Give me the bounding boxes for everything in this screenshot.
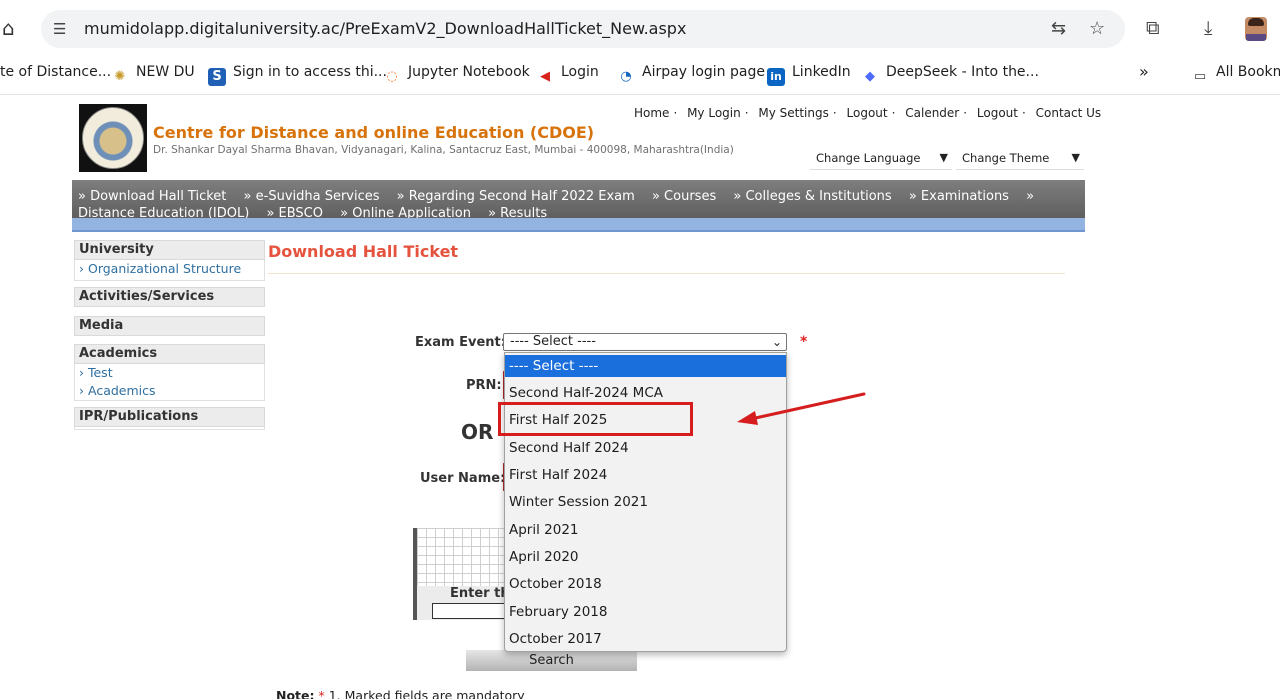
link-contact-us[interactable]: Contact Us: [1036, 106, 1102, 120]
site-address: Dr. Shankar Dayal Sharma Bhavan, Vidyana…: [153, 144, 734, 156]
note-text: Note: * 1. Marked fields are mandatory: [276, 688, 525, 699]
sidebar-section-activities[interactable]: Activities/Services: [74, 287, 265, 307]
username-label: User Name:: [420, 471, 506, 486]
bookmark-item[interactable]: in LinkedIn: [767, 61, 851, 86]
highlight-annotation: [498, 402, 693, 436]
divider: [0, 94, 1280, 95]
bookmark-item[interactable]: ✺ NEW DU: [111, 61, 195, 84]
site-title: Centre for Distance and online Education…: [153, 123, 595, 142]
link-home[interactable]: Home: [634, 106, 669, 120]
deepseek-icon: ◆: [865, 69, 875, 84]
nav-item-courses[interactable]: » Courses: [652, 189, 716, 204]
university-logo: [79, 104, 147, 172]
link-calender[interactable]: Calender: [905, 106, 959, 120]
dropdown-option[interactable]: First Half 2024: [505, 464, 786, 486]
dropdown-option[interactable]: February 2018: [505, 601, 786, 623]
search-button[interactable]: Search: [466, 650, 637, 671]
dropdown-option[interactable]: April 2021: [505, 519, 786, 541]
link-logout[interactable]: Logout: [977, 106, 1018, 120]
bookmark-item[interactable]: ◌ Jupyter Notebook: [383, 61, 529, 84]
more-bookmarks-icon[interactable]: »: [1139, 61, 1149, 83]
sidebar-box-end: [74, 427, 265, 430]
exam-event-label: Exam Event:: [415, 335, 506, 350]
dropdown-option[interactable]: October 2017: [505, 628, 786, 650]
bookmark-folder[interactable]: ▭ All Bookm: [1191, 61, 1280, 84]
download-icon[interactable]: ⤓: [1204, 17, 1212, 39]
nav-item-colleges[interactable]: » Colleges & Institutions: [733, 189, 891, 204]
gear-icon: ✺: [114, 69, 126, 84]
star-icon[interactable]: ☆: [1089, 18, 1105, 40]
dropdown-option[interactable]: Second Half 2024: [505, 437, 786, 459]
bookmark-item[interactable]: te of Distance...: [0, 61, 111, 83]
captcha-label: Enter th: [450, 586, 510, 601]
main-nav: » Download Hall Ticket » e-Suvidha Servi…: [72, 180, 1085, 221]
bookmark-item[interactable]: ◔ Airpay login page: [617, 61, 765, 84]
bookmark-item[interactable]: ◆ DeepSeek - Into the...: [861, 61, 1039, 84]
bookmark-item[interactable]: S Sign in to access thi...: [208, 61, 387, 86]
change-language-select[interactable]: Change Language ▼: [810, 148, 952, 170]
s-logo-icon: S: [208, 68, 226, 86]
sidebar-links: › Test › Academics: [74, 364, 265, 401]
nav-item-second-half-2022[interactable]: » Regarding Second Half 2022 Exam: [397, 189, 635, 204]
dropdown-option[interactable]: April 2020: [505, 546, 786, 568]
sidebar-links: › Organizational Structure: [74, 260, 265, 281]
top-links: Home · My Login · My Settings · Logout · Cal…: [634, 106, 1102, 120]
bookmark-item[interactable]: ◀ Login: [536, 61, 599, 84]
captcha-image: [413, 528, 505, 586]
change-theme-select[interactable]: Change Theme ▼: [956, 148, 1084, 170]
browser-toolbar: ⌂ ☰ mumidolapp.digitaluniversity.ac/PreE…: [0, 0, 1280, 56]
dropdown-option[interactable]: Winter Session 2021: [505, 491, 786, 513]
site-info-icon[interactable]: ☰: [53, 19, 66, 39]
sidebar-item-academics[interactable]: › Academics: [75, 382, 264, 400]
linkedin-icon: in: [767, 68, 785, 86]
chevron-down-icon: ▼: [1071, 151, 1080, 164]
jupyter-icon: ◌: [386, 69, 398, 84]
arrow-annotation-icon: [737, 392, 866, 425]
nav-item-examinations[interactable]: » Examinations: [909, 189, 1009, 204]
nav-strip: [72, 218, 1085, 232]
sidebar-item-organizational-structure[interactable]: › Organizational Structure: [75, 260, 264, 278]
sidebar-section-academics[interactable]: Academics: [74, 344, 265, 364]
airpay-icon: ◔: [620, 69, 632, 84]
folder-icon: ▭: [1193, 69, 1207, 84]
nav-item-download-hall-ticket[interactable]: » Download Hall Ticket: [78, 189, 226, 204]
nav-item-e-suvidha[interactable]: » e-Suvidha Services: [244, 189, 380, 204]
prn-label: PRN:: [466, 378, 502, 393]
avatar[interactable]: [1245, 17, 1267, 41]
dropdown-option[interactable]: ---- Select ----: [505, 355, 786, 377]
home-icon[interactable]: ⌂: [2, 17, 22, 39]
link-my-settings[interactable]: My Settings: [758, 106, 829, 120]
or-separator: OR: [461, 420, 494, 444]
captcha-input[interactable]: [432, 603, 505, 619]
sidebar-section-media[interactable]: Media: [74, 316, 265, 336]
exam-event-select[interactable]: ---- Select ---- ⌄: [503, 333, 787, 351]
divider: [268, 273, 1065, 274]
required-marker: *: [800, 334, 808, 350]
chevron-down-icon: ⌄: [771, 335, 782, 349]
sidebar-section-ipr-publications[interactable]: IPR/Publications: [74, 407, 265, 427]
sidebar-item-test[interactable]: › Test: [75, 364, 264, 382]
url-text[interactable]: mumidolapp.digitaluniversity.ac/PreExamV…: [84, 19, 686, 39]
page-title: Download Hall Ticket: [268, 242, 459, 261]
chevron-down-icon: ▼: [939, 151, 948, 164]
sidebar-section-university[interactable]: University: [74, 240, 265, 260]
arrow-logo-icon: ◀: [540, 69, 550, 84]
link-logout[interactable]: Logout: [847, 106, 888, 120]
translate-icon[interactable]: ⇆: [1051, 18, 1066, 40]
bookmarks-bar: te of Distance... ✺ NEW DU S Sign in to ac…: [0, 56, 1280, 86]
extensions-icon[interactable]: ⧉: [1146, 17, 1160, 39]
dropdown-option[interactable]: October 2018: [505, 573, 786, 595]
link-my-login[interactable]: My Login: [687, 106, 741, 120]
